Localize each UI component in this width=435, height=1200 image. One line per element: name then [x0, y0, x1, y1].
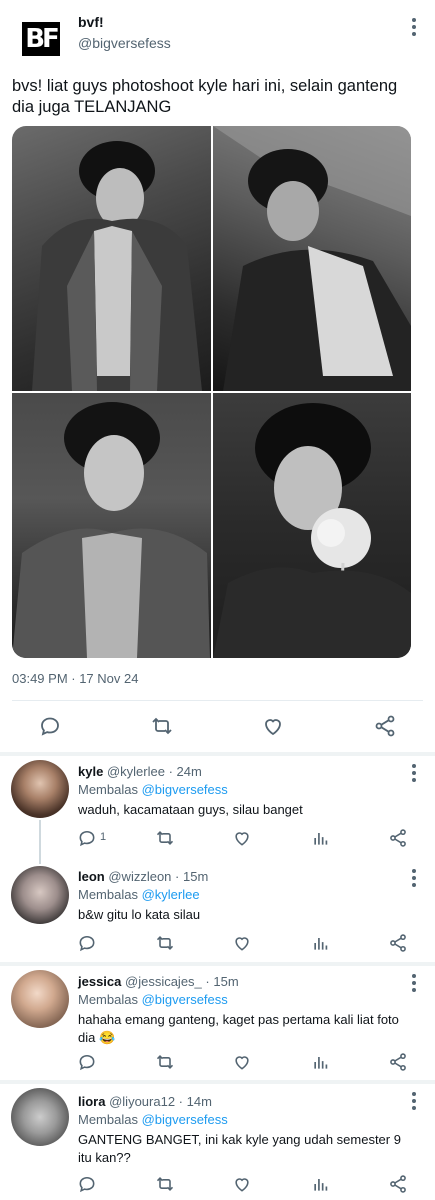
share-icon[interactable]	[388, 1052, 408, 1072]
reply-icon[interactable]	[77, 1174, 97, 1194]
retweet-icon[interactable]	[155, 828, 175, 848]
like-icon[interactable]	[232, 1052, 252, 1072]
like-icon[interactable]	[232, 1174, 252, 1194]
share-icon[interactable]	[373, 714, 397, 738]
more-options-icon[interactable]	[409, 764, 419, 784]
reply-item[interactable]: liora @liyoura12 · 14m Membalas @bigvers…	[0, 1084, 435, 1200]
analytics-icon[interactable]	[311, 1052, 331, 1072]
reply-author-handle[interactable]: @liyoura12	[109, 1094, 175, 1109]
like-icon[interactable]	[232, 828, 252, 848]
reply-author-handle[interactable]: @kylerlee	[107, 764, 165, 779]
author-avatar[interactable]: BF	[18, 16, 64, 62]
avatar[interactable]	[11, 866, 69, 924]
reply-time: 14m	[186, 1094, 212, 1109]
reply-action-bar	[0, 1052, 435, 1074]
reply-time: 15m	[183, 869, 209, 884]
reply-author-name[interactable]: liora	[78, 1094, 105, 1109]
replying-to-mention[interactable]: @bigversefess	[142, 992, 228, 1007]
reply-author-handle[interactable]: @jessicajes_	[125, 974, 202, 989]
photo-grid	[12, 126, 411, 658]
avatar[interactable]	[11, 760, 69, 818]
photo-1[interactable]	[12, 126, 211, 391]
more-options-icon[interactable]	[409, 869, 419, 889]
reply-icon[interactable]	[38, 714, 62, 738]
avatar[interactable]	[11, 970, 69, 1028]
photo-3[interactable]	[12, 393, 211, 658]
reply-action-bar	[0, 933, 435, 955]
bf-logo: BF	[22, 22, 60, 56]
analytics-icon[interactable]	[311, 828, 331, 848]
reply-author-name[interactable]: kyle	[78, 764, 103, 779]
reply-author-name[interactable]: jessica	[78, 974, 121, 989]
share-icon[interactable]	[388, 933, 408, 953]
reply-icon[interactable]	[77, 1052, 97, 1072]
reply-item[interactable]: jessica @jessicajes_ · 15m Membalas @big…	[0, 966, 435, 1078]
reply-time: 15m	[213, 974, 239, 989]
reply-text: GANTENG BANGET, ini kak kyle yang udah s…	[78, 1132, 401, 1165]
analytics-icon[interactable]	[311, 933, 331, 953]
reply-text: waduh, kacamataan guys, silau banget	[78, 802, 303, 817]
reply-text: b&w gitu lo kata silau	[78, 907, 201, 922]
reply-author-name[interactable]: leon	[78, 869, 105, 884]
avatar[interactable]	[11, 1088, 69, 1146]
replying-label: Membalas	[78, 887, 138, 902]
replying-to-mention[interactable]: @bigversefess	[142, 1112, 228, 1127]
more-options-icon[interactable]	[409, 1092, 419, 1112]
tweet-text: bvs! liat guys photoshoot kyle hari ini,…	[12, 77, 398, 116]
more-options-icon[interactable]	[409, 974, 419, 994]
author-name[interactable]: bvf!	[78, 14, 104, 30]
more-options-icon[interactable]	[409, 18, 419, 38]
replying-to-mention[interactable]: @kylerlee	[142, 887, 200, 902]
divider	[12, 700, 423, 701]
reply-icon[interactable]	[77, 828, 97, 848]
retweet-icon[interactable]	[155, 1052, 175, 1072]
reply-item[interactable]: kyle @kylerlee · 24m Membalas @bigversef…	[0, 756, 435, 864]
photo-2[interactable]	[212, 126, 411, 391]
replying-label: Membalas	[78, 1112, 138, 1127]
photo-4[interactable]	[212, 393, 411, 658]
reply-action-bar: 1	[0, 828, 435, 850]
replying-to-mention[interactable]: @bigversefess	[142, 782, 228, 797]
reply-time: 24m	[176, 764, 202, 779]
author-handle[interactable]: @bigversefess	[78, 35, 171, 51]
reply-icon[interactable]	[77, 933, 97, 953]
replying-label: Membalas	[78, 992, 138, 1007]
reply-author-handle[interactable]: @wizzleon	[108, 869, 171, 884]
replying-label: Membalas	[78, 782, 138, 797]
like-icon[interactable]	[261, 714, 285, 738]
retweet-icon[interactable]	[150, 714, 174, 738]
reply-text: hahaha emang ganteng, kaget pas pertama …	[78, 1012, 399, 1045]
share-icon[interactable]	[388, 828, 408, 848]
reply-item[interactable]: leon @wizzleon · 15m Membalas @kylerlee …	[0, 864, 435, 960]
like-icon[interactable]	[232, 933, 252, 953]
share-icon[interactable]	[388, 1174, 408, 1194]
tweet-timestamp: 03:49 PM · 17 Nov 24	[12, 671, 139, 686]
tweet-action-bar	[0, 708, 435, 744]
analytics-icon[interactable]	[311, 1174, 331, 1194]
reply-action-bar	[0, 1174, 435, 1196]
reply-count: 1	[100, 831, 107, 843]
retweet-icon[interactable]	[155, 933, 175, 953]
retweet-icon[interactable]	[155, 1174, 175, 1194]
